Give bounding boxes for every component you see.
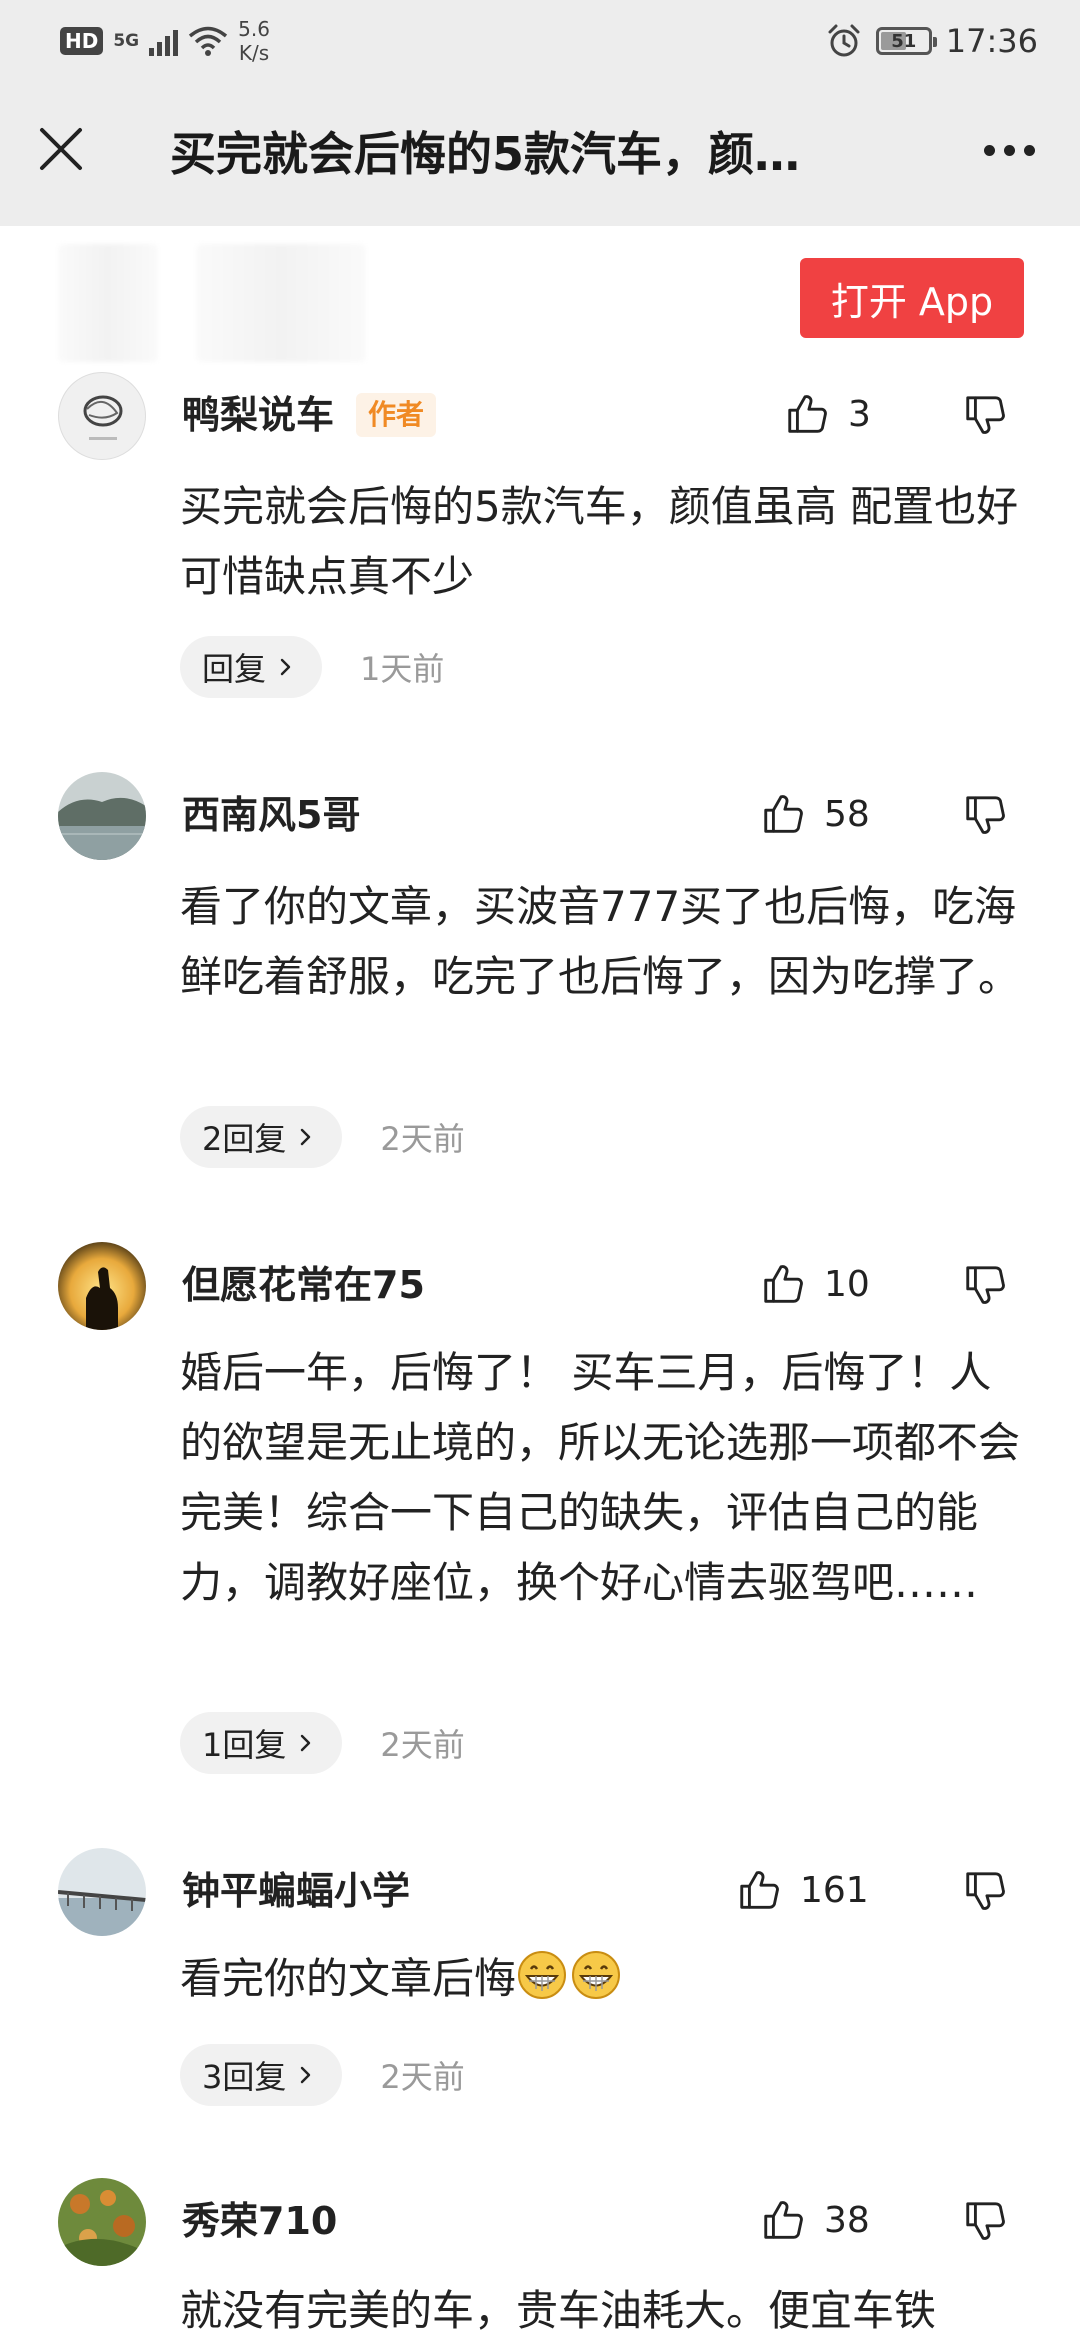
battery-level: 51 [891,30,917,52]
like-count: 58 [824,793,870,835]
reply-button[interactable]: 3回复 [180,2044,343,2106]
reply-button[interactable]: 回复 [180,636,323,698]
status-left: HD 5G 5.6 K/s [60,17,270,65]
thumbs-up-icon [736,1867,782,1913]
comment-author-row: 钟平蝙蝠小学 [182,1866,410,1916]
wifi-icon [189,26,228,56]
thumbs-up-icon [760,791,806,837]
avatar-image [58,1242,146,1330]
avatar-image [58,772,146,860]
like-count: 3 [848,393,871,435]
chevron-right-icon [296,2065,316,2085]
hd-badge: HD [60,27,104,55]
like-button[interactable]: 161 [736,1864,869,1916]
comment-author-row: 但愿花常在75 [182,1260,425,1310]
avatar[interactable] [58,2178,146,2266]
reply-label: 1回复 [202,1726,287,1764]
chevron-right-icon [296,1127,316,1147]
comment-author[interactable]: 西南风5哥 [182,790,360,840]
chevron-right-icon [296,1733,316,1753]
comment-time: 2天前 [380,1726,465,1764]
avatar-image [58,2178,146,2266]
status-bar: HD 5G 5.6 K/s 51 17:36 [0,0,1080,82]
avatar-image [83,395,123,440]
thumbs-down-icon[interactable] [962,1868,1008,1914]
comment-author-row: 鸭梨说车 作者 [182,390,437,440]
status-right: 51 17:36 [826,18,1038,64]
thumbs-down-icon[interactable] [962,792,1008,838]
comment-meta: 回复 1天前 [180,636,444,698]
like-count: 38 [824,2199,870,2241]
comment-text-row: 看完你的文章后悔 [180,1944,1020,2014]
comment-text: 就没有完美的车，贵车油耗大。便宜车铁 [180,2286,937,2335]
placeholder-image [58,244,158,362]
close-button[interactable] [34,122,88,176]
page-title: 买完就会后悔的5款汽车，颜… [170,127,801,181]
comment-item: 秀荣710 38 就没有完美的车，贵车油耗大。便宜车铁 [0,2178,1080,2340]
comment-text: 婚后一年，后悔了！ 买车三月，后悔了！人的欲望是无止境的，所以无论选那一项都不会… [180,1348,1021,1607]
more-button[interactable] [974,130,1044,170]
speed-unit: K/s [238,41,270,65]
comment-author[interactable]: 秀荣710 [182,2196,337,2246]
comment-author[interactable]: 但愿花常在75 [182,1260,425,1310]
network-speed: 5.6 K/s [238,17,270,65]
like-count: 10 [824,1263,870,1305]
comment-meta: 2回复 2天前 [180,1106,465,1168]
comment-author-row: 秀荣710 [182,2196,337,2246]
placeholder-image [196,244,366,362]
comment-time: 2天前 [380,1120,465,1158]
nav-header: 买完就会后悔的5款汽车，颜… [0,82,1080,226]
reply-button[interactable]: 2回复 [180,1106,343,1168]
battery-icon: 51 [875,27,937,55]
speed-value: 5.6 [238,17,270,41]
reply-button[interactable]: 1回复 [180,1712,343,1774]
comment-author[interactable]: 钟平蝙蝠小学 [182,1866,410,1916]
avatar[interactable] [58,1848,146,1936]
comment-text: 买完就会后悔的5款汽车，颜值虽高 配置也好 可惜缺点真不少 [180,482,1019,601]
close-icon [40,128,82,170]
thumbs-up-icon [784,391,830,437]
chevron-right-icon [276,657,296,677]
thumbs-down-icon[interactable] [962,1262,1008,1308]
thumbs-down-icon[interactable] [962,392,1008,438]
comment-time: 2天前 [380,2058,465,2096]
reply-label: 回复 [202,650,267,688]
avatar-image [58,1848,146,1936]
comment-meta: 1回复 2天前 [180,1712,465,1774]
thumbs-up-icon [760,1261,806,1307]
author-badge: 作者 [356,393,437,437]
open-app-button[interactable]: 打开 App [800,258,1024,338]
comment-meta: 3回复 2天前 [180,2044,465,2106]
like-button[interactable]: 38 [760,2194,870,2246]
avatar[interactable] [58,1242,146,1330]
thumbs-up-icon [760,2197,806,2243]
avatar[interactable] [58,372,146,460]
comment-author[interactable]: 鸭梨说车 [182,390,334,440]
signal-icon [149,26,179,56]
comment-author-row: 西南风5哥 [182,790,360,840]
comment-text: 看了你的文章，买波音777买了也后悔，吃海鲜吃着舒服，吃完了也后悔了，因为吃撑了… [180,882,1021,1001]
grinning-emoji-icon [570,1949,622,2001]
comment-text: 看完你的文章后悔 [180,1954,517,2003]
reply-label: 2回复 [202,1120,287,1158]
like-button[interactable]: 3 [784,388,871,440]
like-button[interactable]: 10 [760,1258,870,1310]
comment-time: 1天前 [360,650,445,688]
clock: 17:36 [945,22,1038,60]
reply-label: 3回复 [202,2058,287,2096]
like-count: 161 [800,1869,869,1911]
network-type: 5G [113,31,140,51]
like-button[interactable]: 58 [760,788,870,840]
alarm-icon [828,24,860,57]
more-icon [983,144,995,156]
thumbs-down-icon[interactable] [962,2198,1008,2244]
grinning-emoji-icon [516,1949,568,2001]
avatar[interactable] [58,772,146,860]
